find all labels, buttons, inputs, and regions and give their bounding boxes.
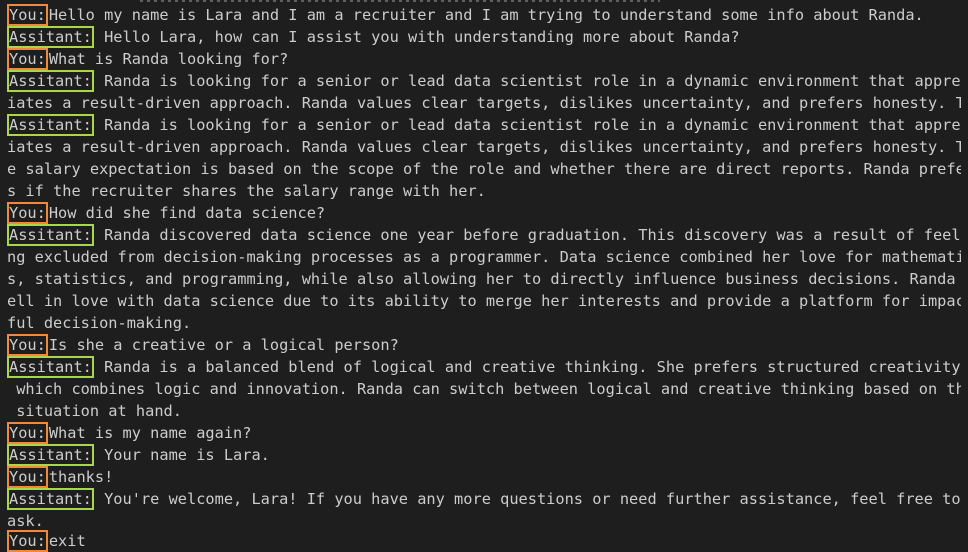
- message-text: Randa is a balanced blend of logical and…: [94, 358, 961, 376]
- message-text: iates a result-driven approach. Randa va…: [7, 94, 961, 112]
- assistant-label: Assitant:: [7, 356, 94, 378]
- chat-line-assistant: Assitant: Randa is looking for a senior …: [7, 114, 961, 136]
- chat-line-assistant: Assitant: Randa is a balanced blend of l…: [7, 356, 961, 378]
- assistant-label: Assitant:: [7, 26, 94, 48]
- chat-line-user: You: thanks!: [7, 466, 961, 488]
- chat-line-continuation: ful decision-making.: [7, 312, 961, 334]
- chat-line-user: You: exit: [7, 530, 961, 552]
- message-text: thanks!: [48, 468, 114, 486]
- message-text: iates a result-driven approach. Randa va…: [7, 138, 961, 156]
- chat-line-continuation: ell in love with data science due to its…: [7, 290, 961, 312]
- assistant-label: Assitant:: [7, 70, 94, 92]
- chat-line-assistant: Assitant: Hello Lara, how can I assist y…: [7, 26, 961, 48]
- message-text: Randa is looking for a senior or lead da…: [94, 72, 961, 90]
- user-label: You:: [7, 334, 48, 356]
- message-text: Hello Lara, how can I assist you with un…: [94, 28, 740, 46]
- clipped-text-artifact: [140, 0, 660, 2]
- chat-line-user: You: What is Randa looking for?: [7, 48, 961, 70]
- message-text: e salary expectation is based on the sco…: [7, 160, 961, 178]
- chat-line-continuation: s if the recruiter shares the salary ran…: [7, 180, 961, 202]
- user-label: You:: [7, 466, 48, 488]
- chat-line-continuation: s, statistics, and programming, while al…: [7, 268, 961, 290]
- chat-line-user: You: Hello my name is Lara and I am a rec…: [7, 4, 961, 26]
- chat-line-user: You: Is she a creative or a logical perso…: [7, 334, 961, 356]
- terminal-output: You: Hello my name is Lara and I am a rec…: [0, 0, 968, 552]
- chat-line-user: You: How did she find data science?: [7, 202, 961, 224]
- message-text: exit: [48, 532, 86, 550]
- message-text: Hello my name is Lara and I am a recruit…: [48, 6, 924, 24]
- message-text: Randa discovered data science one year b…: [94, 226, 961, 244]
- user-label: You:: [7, 4, 48, 26]
- message-text: situation at hand.: [7, 402, 182, 420]
- message-text: ell in love with data science due to its…: [7, 292, 961, 310]
- chat-line-continuation: ng excluded from decision-making process…: [7, 246, 961, 268]
- chat-line-continuation: which combines logic and innovation. Ran…: [7, 378, 961, 400]
- message-text: ful decision-making.: [7, 314, 192, 332]
- chat-line-assistant: Assitant: Randa is looking for a senior …: [7, 70, 961, 92]
- message-text: Your name is Lara.: [94, 446, 270, 464]
- chat-line-continuation: e salary expectation is based on the sco…: [7, 158, 961, 180]
- assistant-label: Assitant:: [7, 444, 94, 466]
- user-label: You:: [7, 530, 48, 552]
- chat-line-assistant: Assitant: You're welcome, Lara! If you h…: [7, 488, 961, 510]
- user-label: You:: [7, 202, 48, 224]
- message-text: which combines logic and innovation. Ran…: [7, 380, 961, 398]
- chat-line-assistant: Assitant: Randa discovered data science …: [7, 224, 961, 246]
- message-text: ng excluded from decision-making process…: [7, 248, 961, 266]
- chat-line-continuation: iates a result-driven approach. Randa va…: [7, 136, 961, 158]
- chat-line-continuation: situation at hand.: [7, 400, 961, 422]
- message-text: You're welcome, Lara! If you have any mo…: [94, 490, 961, 508]
- chat-line-continuation: ask.: [7, 510, 961, 532]
- message-text: What is my name again?: [48, 424, 252, 442]
- message-text: Is she a creative or a logical person?: [48, 336, 399, 354]
- chat-line-continuation: iates a result-driven approach. Randa va…: [7, 92, 961, 114]
- message-text: ask.: [7, 512, 44, 530]
- message-text: How did she find data science?: [48, 204, 326, 222]
- message-text: s if the recruiter shares the salary ran…: [7, 182, 486, 200]
- message-text: Randa is looking for a senior or lead da…: [94, 116, 961, 134]
- chat-line-assistant: Assitant: Your name is Lara.: [7, 444, 961, 466]
- chat-line-user: You: What is my name again?: [7, 422, 961, 444]
- assistant-label: Assitant:: [7, 114, 94, 136]
- assistant-label: Assitant:: [7, 488, 94, 510]
- user-label: You:: [7, 48, 48, 70]
- message-text: What is Randa looking for?: [48, 50, 289, 68]
- user-label: You:: [7, 422, 48, 444]
- assistant-label: Assitant:: [7, 224, 94, 246]
- message-text: s, statistics, and programming, while al…: [7, 270, 961, 288]
